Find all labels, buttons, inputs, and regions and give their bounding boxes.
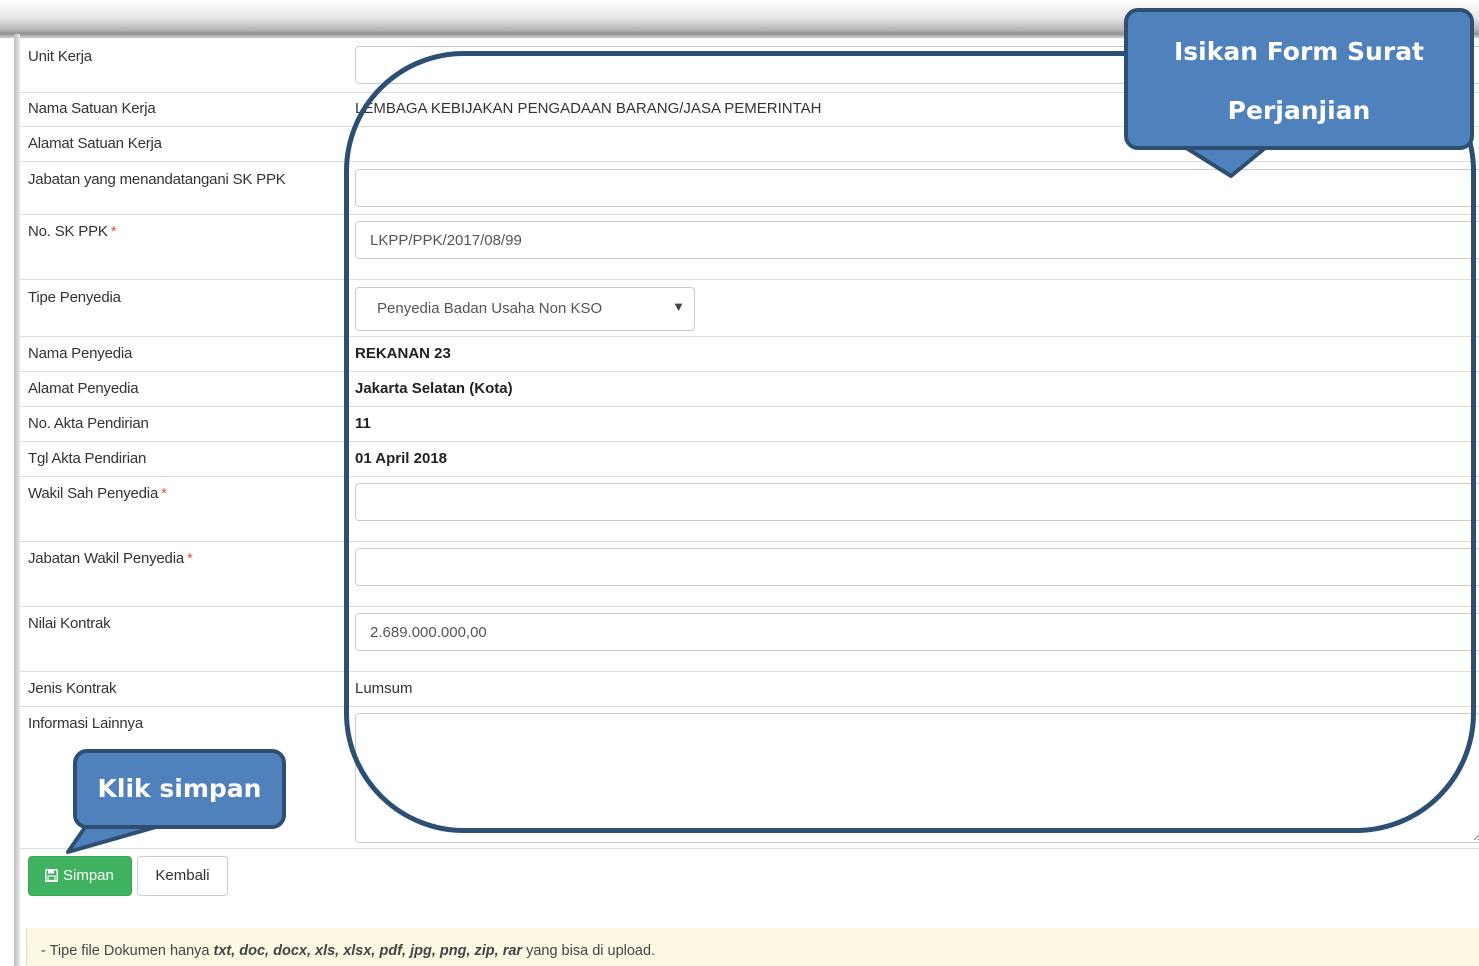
- required-mark: *: [110, 223, 117, 240]
- no-sk-ppk-input[interactable]: [355, 221, 1479, 259]
- file-type-note: - Tipe file Dokumen hanya txt, doc, docx…: [26, 928, 1479, 966]
- row-no-akta: No. Akta Pendirian 11: [20, 407, 1479, 442]
- callout-isi-form: Isikan Form Surat Perjanjian: [1124, 8, 1474, 150]
- label-nama-penyedia: Nama Penyedia: [28, 345, 133, 362]
- tipe-penyedia-select[interactable]: Penyedia Badan Usaha Non KSO ▼: [355, 287, 695, 331]
- required-mark: *: [186, 550, 193, 567]
- row-no-sk-ppk: No. SK PPK *: [20, 215, 1479, 280]
- row-jabatan-ttd: Jabatan yang menandatangani SK PPK: [20, 162, 1479, 215]
- label-jabatan-ttd: Jabatan yang menandatangani SK PPK: [28, 171, 286, 188]
- row-nilai-kontrak: Nilai Kontrak: [20, 607, 1479, 672]
- informasi-lainnya-textarea[interactable]: [355, 713, 1479, 843]
- alamat-penyedia-value: Jakarta Selatan (Kota): [355, 380, 513, 397]
- callout-isi-form-line1: Isikan Form Surat: [1173, 37, 1425, 66]
- label-jabatan-wakil-text: Jabatan Wakil Penyedia: [28, 550, 184, 567]
- save-button[interactable]: Simpan: [28, 856, 132, 896]
- file-type-note-text: - Tipe file Dokumen hanya txt, doc, docx…: [41, 943, 655, 959]
- label-nilai-kontrak: Nilai Kontrak: [28, 615, 111, 632]
- required-mark: *: [161, 485, 167, 502]
- row-alamat-penyedia: Alamat Penyedia Jakarta Selatan (Kota): [20, 372, 1479, 407]
- label-no-akta: No. Akta Pendirian: [28, 415, 149, 432]
- row-nama-penyedia: Nama Penyedia REKANAN 23: [20, 337, 1479, 372]
- tipe-penyedia-selected: Penyedia Badan Usaha Non KSO: [377, 300, 603, 317]
- label-unit-kerja: Unit Kerja: [28, 48, 92, 65]
- nama-satuan-kerja-value: LEMBAGA KEBIJAKAN PENGADAAN BARANG/JASA …: [355, 100, 822, 117]
- label-no-sk-ppk-text: No. SK PPK: [28, 223, 108, 240]
- label-wakil-sah: Wakil Sah Penyedia *: [28, 485, 167, 502]
- row-jabatan-wakil: Jabatan Wakil Penyedia *: [20, 542, 1479, 607]
- row-tgl-akta: Tgl Akta Pendirian 01 April 2018: [20, 442, 1479, 477]
- tgl-akta-value: 01 April 2018: [355, 450, 447, 467]
- floppy-disk-icon: [45, 869, 58, 882]
- label-alamat-penyedia: Alamat Penyedia: [28, 380, 139, 397]
- wakil-sah-input[interactable]: [355, 483, 1479, 521]
- label-informasi-lainnya: Informasi Lainnya: [28, 715, 143, 732]
- no-akta-value: 11: [355, 415, 371, 432]
- resize-grip-icon[interactable]: [1473, 831, 1479, 840]
- label-tgl-akta: Tgl Akta Pendirian: [28, 450, 147, 467]
- label-alamat-satuan-kerja: Alamat Satuan Kerja: [28, 135, 162, 152]
- nama-penyedia-value: REKANAN 23: [355, 345, 451, 362]
- row-tipe-penyedia: Tipe Penyedia Penyedia Badan Usaha Non K…: [20, 280, 1479, 337]
- note-suffix: yang bisa di upload.: [522, 943, 656, 959]
- label-nama-satuan-kerja: Nama Satuan Kerja: [28, 100, 156, 117]
- label-jabatan-wakil: Jabatan Wakil Penyedia *: [28, 550, 193, 567]
- label-no-sk-ppk: No. SK PPK *: [28, 223, 117, 240]
- label-wakil-sah-text: Wakil Sah Penyedia: [28, 485, 159, 502]
- save-button-label: Simpan: [63, 867, 114, 884]
- row-jenis-kontrak: Jenis Kontrak Lumsum: [20, 672, 1479, 707]
- label-jenis-kontrak: Jenis Kontrak: [28, 680, 117, 697]
- callout-isi-form-line2: Perjanjian: [1227, 96, 1371, 125]
- note-file-types: txt, doc, docx, xls, xlsx, pdf, jpg, png…: [213, 943, 523, 959]
- nilai-kontrak-input[interactable]: [355, 613, 1479, 651]
- caret-down-icon: ▼: [672, 299, 685, 314]
- label-tipe-penyedia: Tipe Penyedia: [28, 289, 121, 306]
- jabatan-wakil-input[interactable]: [355, 548, 1479, 586]
- jabatan-ttd-input[interactable]: [355, 169, 1479, 207]
- callout-klik-simpan: Klik simpan: [73, 749, 286, 829]
- row-wakil-sah: Wakil Sah Penyedia *: [20, 477, 1479, 542]
- note-prefix: - Tipe file Dokumen hanya: [41, 943, 214, 959]
- back-button[interactable]: Kembali: [137, 856, 228, 896]
- jenis-kontrak-value: Lumsum: [355, 680, 413, 697]
